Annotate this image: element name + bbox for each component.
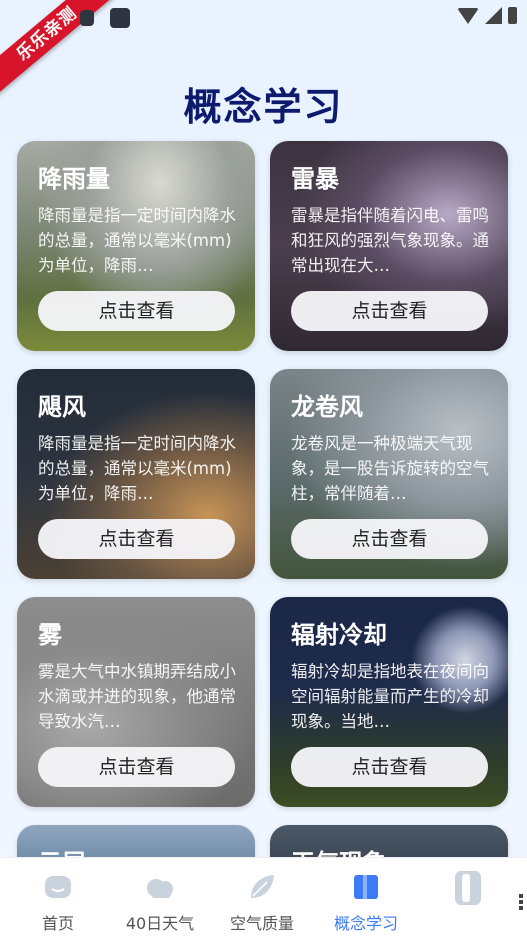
card-fog: 雾 雾是大气中水镇期弄结成小水滴或并进的现象，他通常导致水汽… 点击查看 (17, 597, 255, 807)
tab-air-quality[interactable]: 空气质量 (210, 858, 314, 937)
view-button[interactable]: 点击查看 (38, 519, 235, 559)
cloud-icon (147, 879, 173, 898)
tab-label: 空气质量 (229, 914, 294, 933)
status-bar: 乐乐亲测 (0, 0, 527, 100)
more-icon[interactable] (519, 892, 525, 912)
view-button[interactable]: 点击查看 (291, 291, 488, 331)
card-tornado: 龙卷风 龙卷风是一种极端天气现象，是一股告诉旋转的空气柱，常伴随着… 点击查看 (270, 369, 508, 579)
page-title: 概念学习 (183, 85, 344, 129)
card-title: 雷暴 (291, 165, 339, 193)
card-rainfall: 降雨量 降雨量是指一定时间内降水的总量，通常以毫米(mm)为单位，降雨… 点击查… (17, 141, 255, 351)
card-radiative-cooling: 辐射冷却 辐射冷却是指地表在夜间向空间辐射能量而产生的冷却现象。当地… 点击查看 (270, 597, 508, 807)
card-title: 龙卷风 (291, 393, 363, 421)
card-thunderstorm: 雷暴 雷暴是指伴随着闪电、雷鸣和狂风的强烈气象现象。通常出现在大… 点击查看 (270, 141, 508, 351)
signal-icon (485, 7, 502, 24)
battery-icon (508, 7, 517, 24)
wifi-icon (457, 7, 479, 24)
card-title: 辐射冷却 (291, 621, 387, 649)
view-button[interactable]: 点击查看 (291, 747, 488, 787)
notification-icon (80, 10, 94, 26)
card-description: 雾是大气中水镇期弄结成小水滴或并进的现象，他通常导致水汽… (38, 662, 236, 731)
card-description: 辐射冷却是指地表在夜间向空间辐射能量而产生的冷却现象。当地… (291, 662, 489, 731)
card-description: 雷暴是指伴随着闪电、雷鸣和狂风的强烈气象现象。通常出现在大… (291, 206, 489, 275)
card-description: 降雨量是指一定时间内降水的总量，通常以毫米(mm)为单位，降雨… (38, 206, 236, 275)
app-notification-icon (110, 8, 130, 28)
view-button[interactable]: 点击查看 (38, 747, 235, 787)
tab-profile[interactable] (416, 858, 520, 937)
view-button[interactable]: 点击查看 (38, 291, 235, 331)
user-icon (455, 871, 481, 905)
tab-40day-weather[interactable]: 40日天气 (108, 858, 212, 937)
card-title: 雾 (38, 621, 62, 649)
tab-label: 概念学习 (333, 914, 398, 933)
tab-label: 40日天气 (125, 914, 195, 933)
card-title: 降雨量 (38, 165, 110, 193)
tab-label: 首页 (41, 914, 74, 933)
view-button[interactable]: 点击查看 (291, 519, 488, 559)
card-description: 降雨量是指一定时间内降水的总量，通常以毫米(mm)为单位，降雨… (38, 434, 236, 503)
home-icon (45, 876, 71, 898)
card-hurricane: 飓风 降雨量是指一定时间内降水的总量，通常以毫米(mm)为单位，降雨… 点击查看 (17, 369, 255, 579)
book-icon (354, 875, 378, 899)
tab-concept-learning[interactable]: 概念学习 (314, 858, 418, 937)
bottom-tab-bar: 首页 40日天气 空气质量 概念学习 (0, 857, 527, 937)
tab-home[interactable]: 首页 (6, 858, 110, 937)
card-description: 龙卷风是一种极端天气现象，是一股告诉旋转的空气柱，常伴随着… (291, 434, 489, 503)
card-title: 飓风 (38, 393, 86, 421)
leaf-icon (251, 875, 274, 898)
